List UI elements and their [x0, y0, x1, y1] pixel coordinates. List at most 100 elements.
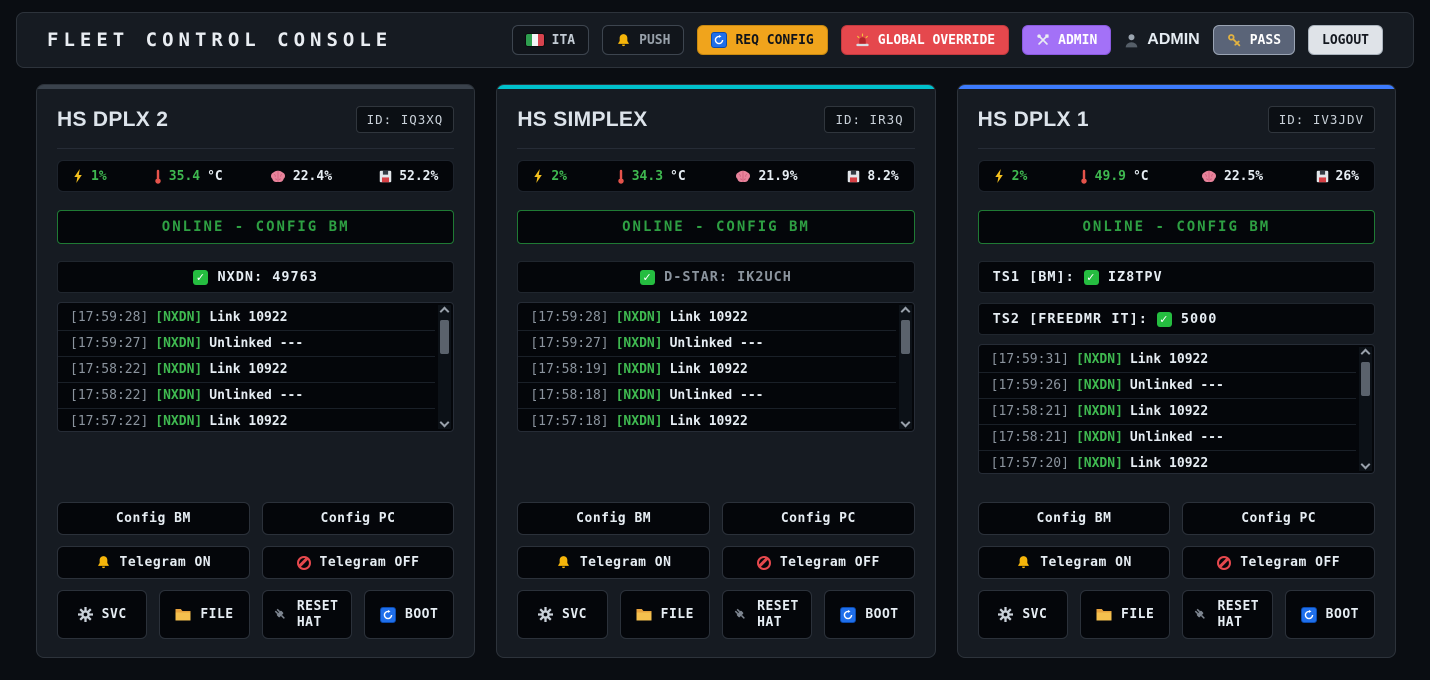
divider: [978, 148, 1375, 149]
telegram-on-button[interactable]: Telegram ON: [517, 546, 710, 579]
reset-hat-button[interactable]: RESET HAT: [722, 590, 812, 639]
telegram-off-button[interactable]: Telegram OFF: [262, 546, 455, 579]
plug-icon: [273, 607, 288, 622]
log-scrollbar[interactable]: [899, 305, 912, 429]
mode-value: NXDN: 49763: [217, 269, 317, 285]
scrollbar-thumb[interactable]: [440, 320, 449, 354]
stat-cpu-value: 21.9%: [758, 169, 797, 184]
card-title: HS SIMPLEX: [517, 108, 647, 132]
log-time: [17:58:21]: [991, 404, 1069, 419]
log-scrollbar[interactable]: [438, 305, 451, 429]
italy-flag-icon: [526, 34, 544, 46]
boot-button[interactable]: BOOT: [824, 590, 914, 639]
card-title: HS DPLX 1: [978, 108, 1089, 132]
folder-icon: [636, 608, 652, 621]
log-entry: [17:57:20][NXDN]Link 10922: [979, 451, 1356, 473]
config-bm-button[interactable]: Config BM: [57, 502, 250, 535]
log-tag: [NXDN]: [155, 362, 202, 377]
scroll-up-icon[interactable]: [1361, 349, 1371, 359]
config-pc-button[interactable]: Config PC: [262, 502, 455, 535]
boot-button[interactable]: BOOT: [1285, 590, 1375, 639]
admin-mode-label: ADMIN: [1058, 33, 1097, 48]
svc-label: SVC: [1022, 607, 1047, 622]
prohibited-icon: [1217, 556, 1231, 570]
config-pc-button[interactable]: Config PC: [1182, 502, 1375, 535]
log-time: [17:59:27]: [70, 336, 148, 351]
reset-hat-button[interactable]: RESET HAT: [262, 590, 352, 639]
reset-hat-button[interactable]: RESET HAT: [1182, 590, 1272, 639]
telegram-on-button[interactable]: Telegram ON: [978, 546, 1171, 579]
req-config-button[interactable]: REQ CONFIG: [697, 25, 827, 55]
pass-label: PASS: [1250, 33, 1281, 48]
stat-power-value: 2%: [1012, 169, 1028, 184]
log-message: Unlinked ---: [670, 336, 764, 351]
admin-mode-button[interactable]: ADMIN: [1022, 25, 1111, 55]
scroll-down-icon[interactable]: [900, 418, 910, 428]
divider: [517, 148, 914, 149]
file-button[interactable]: FILE: [159, 590, 249, 639]
log-scrollbar[interactable]: [1359, 347, 1372, 471]
floppy-icon: [379, 170, 392, 183]
log-entry: [17:59:28][NXDN]Link 10922: [518, 305, 895, 331]
log-box: [17:59:28][NXDN]Link 10922[17:59:27][NXD…: [57, 302, 454, 432]
telegram-on-button[interactable]: Telegram ON: [57, 546, 250, 579]
log-entry: [17:57:18][NXDN]Link 10922: [518, 409, 895, 431]
log-tag: [NXDN]: [616, 388, 663, 403]
stat-power: 2%: [533, 169, 567, 184]
config-bm-button[interactable]: Config BM: [978, 502, 1171, 535]
svc-button[interactable]: SVC: [978, 590, 1068, 639]
log-message: Link 10922: [209, 362, 287, 377]
scroll-down-icon[interactable]: [440, 418, 450, 428]
mode-rows: TS1 [BM]:✓IZ8TPVTS2 [FREEDMR IT]:✓5000: [978, 261, 1375, 335]
log-message: Link 10922: [670, 414, 748, 429]
svc-button[interactable]: SVC: [57, 590, 147, 639]
check-icon: ✓: [640, 270, 655, 285]
log-message: Unlinked ---: [1130, 378, 1224, 393]
boot-label: BOOT: [405, 607, 438, 622]
scroll-up-icon[interactable]: [440, 307, 450, 317]
file-button[interactable]: FILE: [620, 590, 710, 639]
push-label: PUSH: [639, 33, 670, 48]
file-label: FILE: [200, 607, 233, 622]
telegram-off-button[interactable]: Telegram OFF: [1182, 546, 1375, 579]
push-button[interactable]: PUSH: [602, 25, 684, 55]
stat-disk-value: 26%: [1336, 169, 1359, 184]
log-message: Unlinked ---: [209, 388, 303, 403]
log-message: Link 10922: [1130, 404, 1208, 419]
logout-button[interactable]: LOGOUT: [1308, 25, 1383, 55]
file-button[interactable]: FILE: [1080, 590, 1170, 639]
log-tag: [NXDN]: [155, 310, 202, 325]
pass-button[interactable]: PASS: [1213, 25, 1295, 55]
stat-temp-unit: °C: [670, 169, 686, 184]
card-buttons-row2: SVC FILE RESET HAT BOOT: [57, 590, 454, 639]
config-bm-label: Config BM: [1037, 511, 1112, 526]
scroll-down-icon[interactable]: [1361, 460, 1371, 470]
boot-button[interactable]: BOOT: [364, 590, 454, 639]
language-button[interactable]: ITA: [512, 25, 589, 55]
divider: [57, 148, 454, 149]
log-tag: [NXDN]: [155, 414, 202, 429]
config-bm-button[interactable]: Config BM: [517, 502, 710, 535]
log-time: [17:57:20]: [991, 456, 1069, 471]
log-message: Link 10922: [1130, 456, 1208, 471]
check-icon: ✓: [1157, 312, 1172, 327]
telegram-off-button[interactable]: Telegram OFF: [722, 546, 915, 579]
log-time: [17:59:31]: [991, 352, 1069, 367]
mode-row: ✓D-STAR: IK2UCH: [517, 261, 914, 293]
folder-icon: [1096, 608, 1112, 621]
telegram-off-label: Telegram OFF: [1240, 555, 1340, 570]
global-override-button[interactable]: GLOBAL OVERRIDE: [841, 25, 1009, 55]
sync-icon: [380, 607, 396, 623]
svc-button[interactable]: SVC: [517, 590, 607, 639]
scroll-up-icon[interactable]: [900, 307, 910, 317]
scrollbar-thumb[interactable]: [901, 320, 910, 354]
config-pc-button[interactable]: Config PC: [722, 502, 915, 535]
stat-temp-unit: °C: [207, 169, 223, 184]
device-card: HS DPLX 1 ID: IV3JDV 2% 49.9°C 2: [957, 84, 1396, 658]
card-buttons-row2: SVC FILE RESET HAT BOOT: [978, 590, 1375, 639]
log-message: Unlinked ---: [209, 336, 303, 351]
card-head: HS DPLX 1 ID: IV3JDV: [978, 106, 1375, 133]
logout-label: LOGOUT: [1322, 33, 1369, 48]
scrollbar-thumb[interactable]: [1361, 362, 1370, 396]
bell-icon: [96, 555, 111, 570]
